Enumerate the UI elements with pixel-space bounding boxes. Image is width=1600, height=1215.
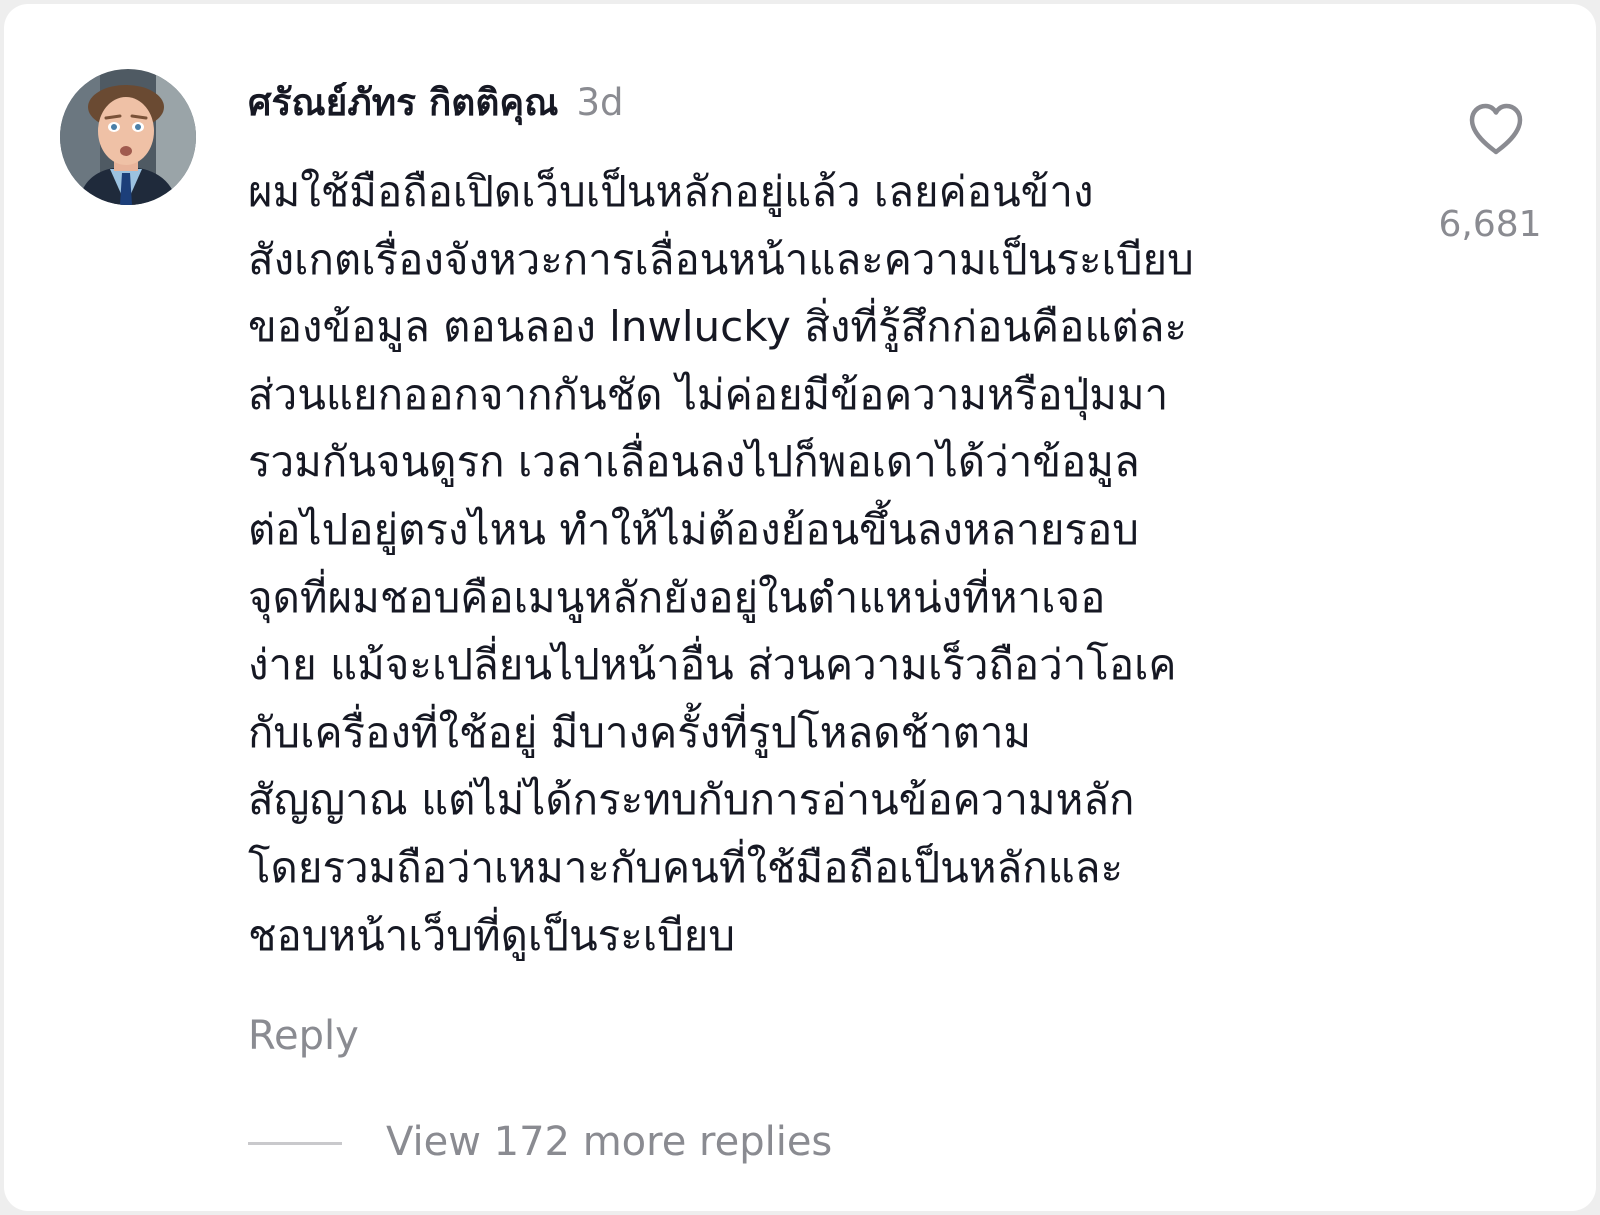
comment-line: โดยรวมถือว่าเหมาะกับคนที่ใช้มือถือเป็นหล… (248, 842, 1124, 892)
comment-text: ผมใช้มือถือเปิดเว็บเป็นหลักอยู่แล้ว เลยค… (248, 158, 1368, 969)
comment-line: รวมกันจนดูรก เวลาเลื่อนลงไปก็พอเดาได้ว่า… (248, 437, 1140, 487)
comment-line: ของข้อมูล ตอนลอง lnwlucky สิ่งที่รู้สึกก… (248, 302, 1188, 352)
author-name[interactable]: ศรัณย์ภัทร กิตติคุณ (248, 81, 558, 124)
view-replies-link[interactable]: View 172 more replies (386, 1114, 832, 1170)
comment-line: ผมใช้มือถือเปิดเว็บเป็นหลักอยู่แล้ว เลยค… (248, 167, 1094, 216)
comment-line: สัญญาณ แต่ไม่ได้กระทบกับการอ่านข้อความหล… (248, 775, 1135, 825)
comment-header: ศรัณย์ภัทร กิตติคุณ 3d (248, 76, 623, 130)
comment-line: ต่อไปอยู่ตรงไหน ทำให้ไม่ต้องย้อนขึ้นลงหล… (248, 504, 1139, 554)
comment-card: ศรัณย์ภัทร กิตติคุณ 3d ผมใช้มือถือเปิดเว็… (4, 4, 1596, 1211)
like-count: 6,681 (1438, 204, 1542, 245)
timestamp: 3d (576, 81, 624, 124)
avatar-image (60, 69, 196, 205)
reply-button[interactable]: Reply (248, 1008, 359, 1064)
comment-line: สังเกตเรื่องจังหวะการเลื่อนหน้าและความเป… (248, 234, 1194, 284)
replies-divider (248, 1142, 342, 1145)
comment-line: กับเครื่องที่ใช้อยู่ มีบางครั้งที่รูปโหล… (248, 707, 1032, 757)
like-button[interactable] (1466, 100, 1526, 160)
comment-line: ง่าย แม้จะเปลี่ยนไปหน้าอื่น ส่วนความเร็ว… (248, 640, 1177, 690)
comment-line: ชอบหน้าเว็บที่ดูเป็นระเบียบ (248, 910, 736, 960)
avatar[interactable] (60, 69, 196, 205)
heart-outline-icon (1469, 103, 1523, 155)
comment-line: ส่วนแยกออกจากกันชัด ไม่ค่อยมีข้อความหรือ… (248, 369, 1169, 419)
comment-line: จุดที่ผมชอบคือเมนูหลักยังอยู่ในตำแหน่งที… (248, 572, 1106, 622)
